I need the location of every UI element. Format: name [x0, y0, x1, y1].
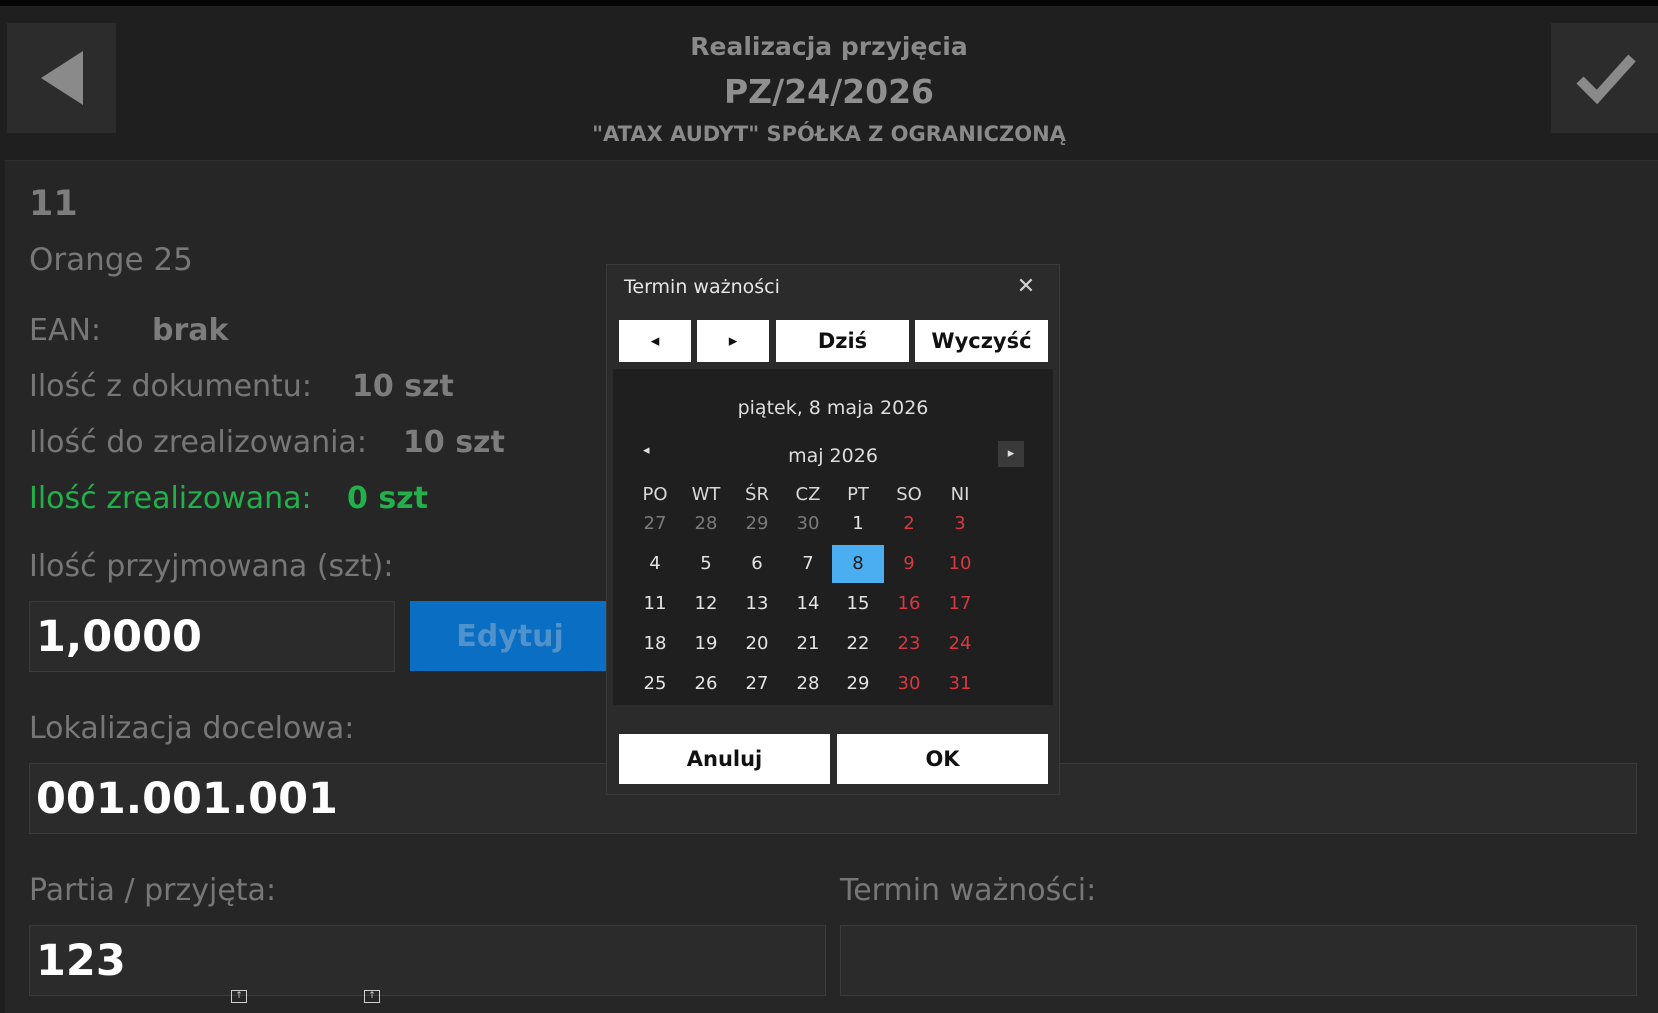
calendar-day[interactable]: 30 [782, 505, 834, 543]
calendar-day[interactable]: 7 [782, 545, 834, 583]
calendar-day[interactable]: 14 [782, 585, 834, 623]
calendar-day[interactable]: 12 [680, 585, 732, 623]
calendar-day[interactable]: 5 [680, 545, 732, 583]
calendar-day[interactable]: 16 [883, 585, 935, 623]
selected-date-display: piątek, 8 maja 2026 [737, 397, 929, 419]
calendar-day[interactable]: 22 [832, 625, 884, 663]
qty-in-value: 1,0000 [36, 611, 202, 662]
prev-month-button[interactable]: ◂ [619, 320, 691, 362]
item-name: Orange 25 [29, 242, 193, 278]
calendar-day[interactable]: 21 [782, 625, 834, 663]
batch-label: Partia / przyjęta: [29, 873, 277, 908]
weekday-header: ŚR [745, 484, 769, 505]
calendar-day[interactable]: 19 [680, 625, 732, 663]
calendar-day[interactable]: 26 [680, 665, 732, 703]
dialog-title: Termin ważności [624, 276, 780, 298]
batch-input[interactable]: 123 [29, 925, 826, 996]
calendar-day[interactable]: 27 [629, 505, 681, 543]
calendar-day[interactable]: 29 [832, 665, 884, 703]
expiry-input[interactable] [840, 925, 1637, 996]
keyboard-icon[interactable]: ↑ [231, 990, 247, 1003]
header: Realizacja przyjęcia PZ/24/2026 "ATAX AU… [0, 6, 1658, 156]
calendar-day[interactable]: 15 [832, 585, 884, 623]
edit-button[interactable]: Edytuj [410, 601, 610, 671]
calendar-day[interactable]: 13 [731, 585, 783, 623]
calendar-day[interactable]: 28 [680, 505, 732, 543]
weekday-header: CZ [795, 484, 821, 505]
qty-todo-value: 10 szt [403, 425, 505, 460]
ean-value: brak [152, 313, 229, 348]
header-subtitle: Realizacja przyjęcia [690, 32, 968, 61]
confirm-button[interactable] [1551, 23, 1658, 133]
calendar-day[interactable]: 4 [629, 545, 681, 583]
qty-todo-label: Ilość do zrealizowania: [29, 425, 367, 460]
calendar-day[interactable]: 28 [782, 665, 834, 703]
calendar-day[interactable]: 9 [883, 545, 935, 583]
document-number: PZ/24/2026 [724, 72, 934, 111]
calendar-month-label: maj 2026 [788, 445, 878, 467]
qty-done-value: 0 szt [347, 481, 428, 516]
calendar-day[interactable]: 23 [883, 625, 935, 663]
close-icon[interactable]: ✕ [1013, 274, 1039, 300]
calendar-day[interactable]: 29 [731, 505, 783, 543]
keyboard-icon[interactable]: ↑ [364, 990, 380, 1003]
today-button[interactable]: Dziś [776, 320, 909, 362]
weekday-header: WT [691, 484, 721, 505]
qty-in-input[interactable]: 1,0000 [29, 601, 395, 672]
calendar-day[interactable]: 10 [934, 545, 986, 583]
checkmark-icon [1575, 54, 1636, 104]
calendar-day[interactable]: 27 [731, 665, 783, 703]
qty-in-label: Ilość przyjmowana (szt): [29, 549, 394, 584]
date-picker-dialog: Termin ważności ✕ ◂ ▸ Dziś Wyczyść piąte… [606, 264, 1060, 795]
calendar-day[interactable]: 11 [629, 585, 681, 623]
calendar: piątek, 8 maja 2026 ◂ maj 2026 ▸ PO WT ŚR C… [613, 369, 1053, 705]
company-name: "ATAX AUDYT" SPÓŁKA Z OGRANICZONĄ [592, 122, 1066, 146]
location-label: Lokalizacja docelowa: [29, 711, 355, 746]
weekday-header: SO [896, 484, 922, 505]
weekday-header: PO [642, 484, 668, 505]
clear-button[interactable]: Wyczyść [915, 320, 1048, 362]
calendar-day[interactable]: 24 [934, 625, 986, 663]
calendar-day[interactable]: 25 [629, 665, 681, 703]
expiry-label: Termin ważności: [840, 873, 1097, 908]
calendar-day[interactable]: 18 [629, 625, 681, 663]
weekday-header: NI [950, 484, 970, 505]
next-month-button[interactable]: ▸ [697, 320, 769, 362]
cancel-button[interactable]: Anuluj [619, 734, 830, 784]
ean-label: EAN: [29, 313, 102, 348]
calendar-day[interactable]: 6 [731, 545, 783, 583]
location-value: 001.001.001 [36, 773, 338, 824]
weekday-header: PT [847, 484, 869, 505]
calendar-day[interactable]: 31 [934, 665, 986, 703]
ok-button[interactable]: OK [837, 734, 1048, 784]
calendar-day[interactable]: 20 [731, 625, 783, 663]
calendar-day[interactable]: 8 [832, 545, 884, 583]
calendar-day[interactable]: 2 [883, 505, 935, 543]
calendar-day[interactable]: 1 [832, 505, 884, 543]
batch-value: 123 [36, 935, 126, 986]
qty-done-label: Ilość zrealizowana: [29, 481, 312, 516]
item-position: 11 [29, 184, 78, 224]
calendar-day[interactable]: 30 [883, 665, 935, 703]
qty-doc-label: Ilość z dokumentu: [29, 369, 312, 404]
triangle-right-icon[interactable]: ▸ [998, 441, 1024, 467]
calendar-day[interactable]: 3 [934, 505, 986, 543]
qty-doc-value: 10 szt [352, 369, 454, 404]
calendar-day[interactable]: 17 [934, 585, 986, 623]
